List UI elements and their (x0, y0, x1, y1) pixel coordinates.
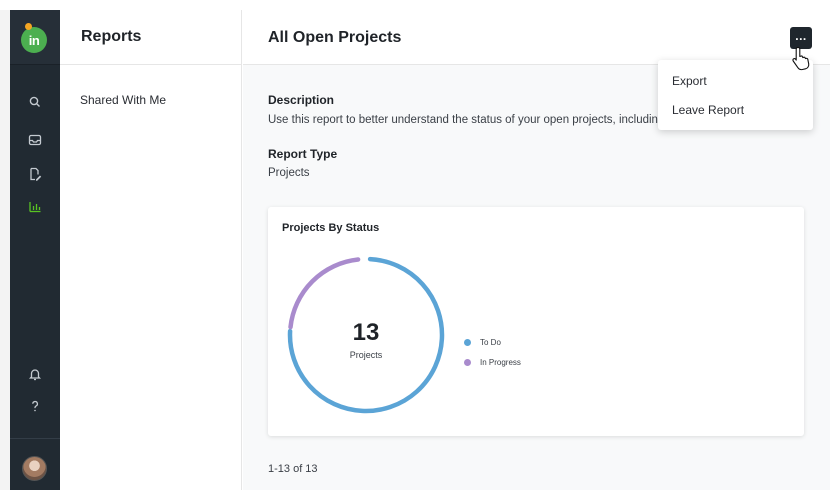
legend-item-to-do: To Do (464, 332, 521, 352)
app-logo[interactable]: in (21, 27, 47, 53)
hand-pointer-cursor-icon (792, 46, 810, 71)
description-text: Use this report to better understand the… (268, 114, 665, 126)
report-type-value: Projects (268, 167, 310, 179)
legend-item-in-progress: In Progress (464, 352, 521, 372)
legend-label-to-do: To Do (480, 337, 501, 347)
donut-total-label: Projects (349, 350, 383, 360)
chart-title: Projects By Status (282, 222, 380, 234)
window-top-strip (0, 0, 830, 10)
rail-divider (10, 438, 60, 439)
legend-label-in-progress: In Progress (480, 357, 521, 367)
reports-nav-panel: Reports Shared With Me (60, 10, 242, 490)
main-header: All Open Projects ... (243, 10, 830, 65)
legend-dot-to-do (464, 338, 471, 346)
nav-title: Reports (81, 28, 142, 45)
user-avatar[interactable] (22, 456, 47, 481)
page-title: All Open Projects (268, 29, 402, 46)
donut-total-count: 13 (352, 319, 380, 346)
reports-chart-icon[interactable] (27, 198, 43, 214)
nav-header: Reports (60, 10, 241, 65)
logo-dot-icon (25, 23, 32, 30)
search-icon[interactable] (27, 94, 43, 110)
logo-area: in (10, 10, 60, 65)
nav-item-shared-with-me[interactable]: Shared With Me (80, 93, 166, 107)
inbox-icon[interactable] (27, 132, 43, 148)
bell-icon[interactable] (27, 366, 43, 382)
chart-legend: To Do In Progress (464, 332, 521, 372)
projects-by-status-card: Projects By Status 13 Projects To Do In … (268, 207, 804, 436)
logo-text: in (28, 32, 40, 48)
report-type-label: Report Type (268, 147, 338, 161)
document-edit-icon[interactable] (27, 166, 43, 182)
help-icon[interactable] (27, 398, 43, 414)
legend-dot-in-progress (464, 358, 471, 366)
icon-rail: in (10, 10, 60, 490)
window-left-edge (0, 10, 10, 490)
menu-item-leave-report[interactable]: Leave Report (672, 103, 744, 117)
donut-segment-in-progress (288, 257, 361, 330)
pagination-info: 1-13 of 13 (268, 463, 318, 475)
description-label: Description (268, 93, 335, 107)
menu-item-export[interactable]: Export (672, 74, 707, 88)
